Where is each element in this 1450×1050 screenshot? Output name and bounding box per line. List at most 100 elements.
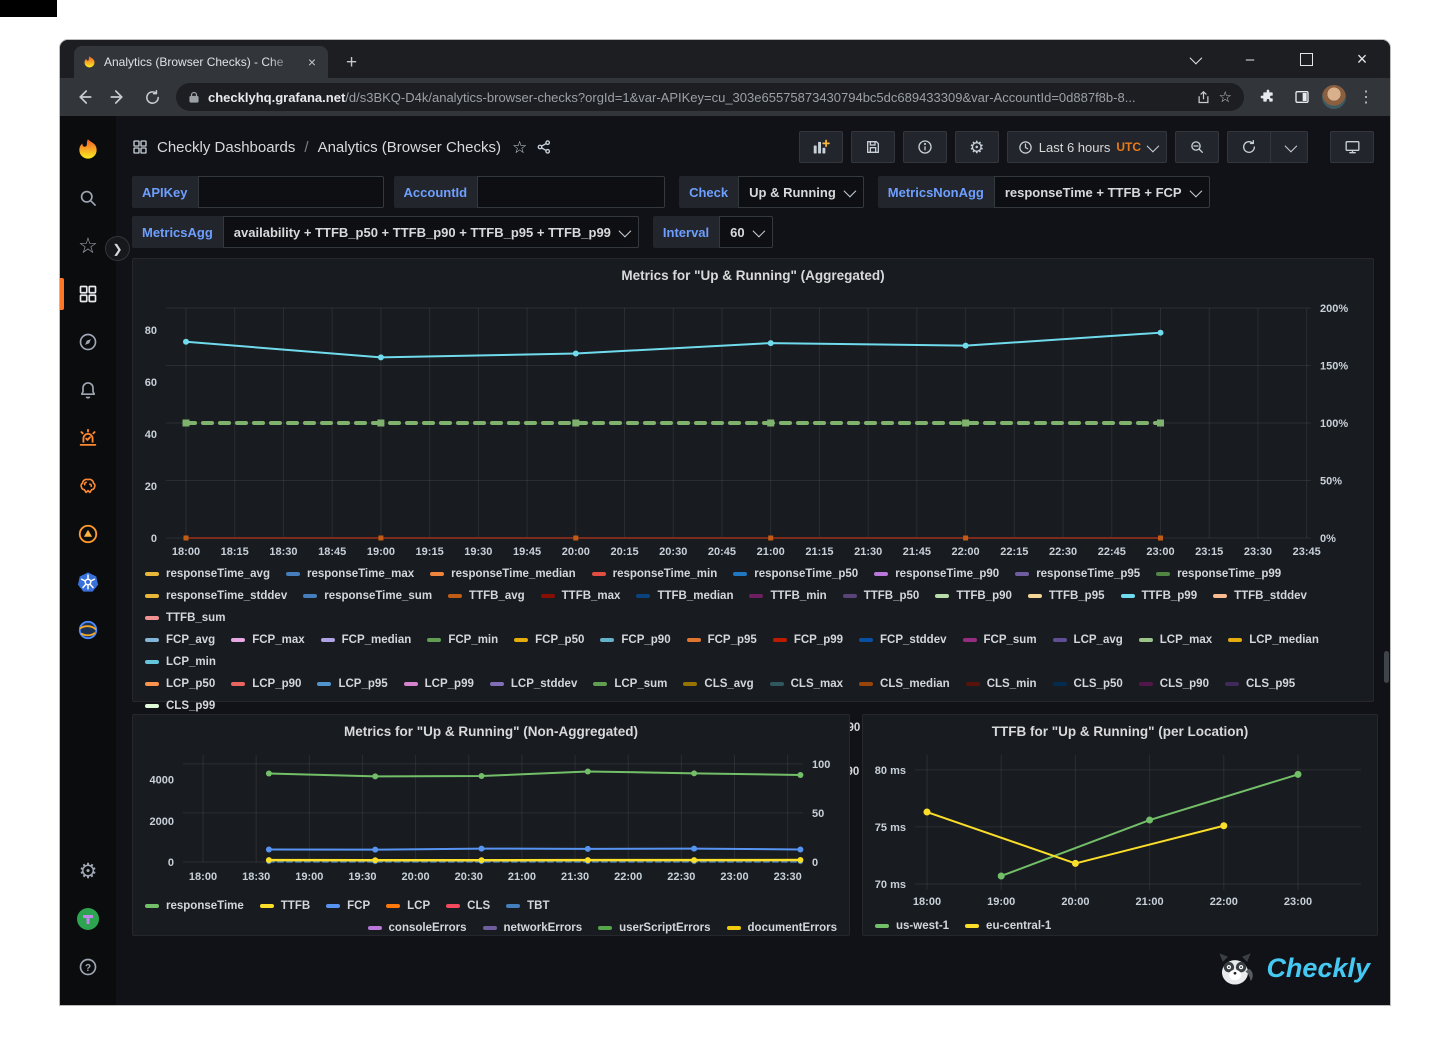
legend-item-FCP_avg[interactable]: FCP_avg bbox=[145, 629, 215, 651]
share-icon[interactable] bbox=[1196, 90, 1211, 105]
machine-learning-brain-icon[interactable] bbox=[60, 462, 116, 510]
legend-item-FCP_median[interactable]: FCP_median bbox=[321, 629, 412, 651]
legend-item-FCP_p90[interactable]: FCP_p90 bbox=[600, 629, 670, 651]
maximize-button[interactable] bbox=[1278, 40, 1334, 78]
new-tab-button[interactable]: + bbox=[338, 52, 365, 74]
sidebar-expand-button[interactable]: ❯ bbox=[105, 236, 130, 261]
legend-item-TTFB_stddev[interactable]: TTFB_stddev bbox=[1213, 585, 1307, 607]
metricsnonagg-select[interactable]: responseTime + TTFB + FCP bbox=[994, 176, 1210, 208]
refresh-interval-chevron[interactable] bbox=[1271, 131, 1308, 163]
legend-item-LCP_sum[interactable]: LCP_sum bbox=[593, 673, 667, 695]
interval-select[interactable]: 60 bbox=[719, 216, 772, 248]
legend-item-FCP[interactable]: FCP bbox=[326, 895, 370, 917]
legend-item-LCP_max[interactable]: LCP_max bbox=[1139, 629, 1212, 651]
legend-item-LCP_p90[interactable]: LCP_p90 bbox=[231, 673, 301, 695]
legend-item-LCP_avg[interactable]: LCP_avg bbox=[1053, 629, 1123, 651]
side-panel-icon[interactable] bbox=[1288, 83, 1316, 111]
legend-item-LCP_p95[interactable]: LCP_p95 bbox=[317, 673, 387, 695]
share-dashboard-icon[interactable] bbox=[536, 139, 552, 155]
alerting-bell-icon[interactable] bbox=[60, 366, 116, 414]
profile-avatar[interactable] bbox=[1322, 85, 1346, 109]
save-dashboard-button[interactable] bbox=[851, 131, 895, 163]
legend-item-LCP_min[interactable]: LCP_min bbox=[145, 651, 216, 673]
legend-item-TTFB_avg[interactable]: TTFB_avg bbox=[448, 585, 525, 607]
legend-item-CLS[interactable]: CLS bbox=[446, 895, 490, 917]
legend-item-responseTime_p95[interactable]: responseTime_p95 bbox=[1015, 563, 1140, 585]
favorite-star-icon[interactable]: ☆ bbox=[512, 139, 527, 156]
legend-item-LCP[interactable]: LCP bbox=[386, 895, 430, 917]
legend-item-FCP_p50[interactable]: FCP_p50 bbox=[514, 629, 584, 651]
legend-item-TTFB_max[interactable]: TTFB_max bbox=[541, 585, 621, 607]
legend-item-CLS_median[interactable]: CLS_median bbox=[859, 673, 950, 695]
legend-item-consoleErrors[interactable]: consoleErrors bbox=[368, 917, 467, 939]
legend-item-LCP_stddev[interactable]: LCP_stddev bbox=[490, 673, 577, 695]
legend-item-CLS_p50[interactable]: CLS_p50 bbox=[1053, 673, 1123, 695]
legend-item-FCP_stddev[interactable]: FCP_stddev bbox=[859, 629, 946, 651]
browser-menu-kebab-icon[interactable]: ⋮ bbox=[1352, 87, 1380, 107]
legend-item-TTFB_sum[interactable]: TTFB_sum bbox=[145, 607, 225, 629]
legend-item-CLS_min[interactable]: CLS_min bbox=[966, 673, 1037, 695]
legend-item-LCP_p99[interactable]: LCP_p99 bbox=[404, 673, 474, 695]
legend-item-CLS_p95[interactable]: CLS_p95 bbox=[1225, 673, 1295, 695]
legend-item-responseTime_median[interactable]: responseTime_median bbox=[430, 563, 575, 585]
legend-item-documentErrors[interactable]: documentErrors bbox=[727, 917, 837, 939]
legend-item-TTFB_median[interactable]: TTFB_median bbox=[636, 585, 733, 607]
dashboards-icon[interactable] bbox=[60, 270, 116, 318]
legend-item-TTFB[interactable]: TTFB bbox=[260, 895, 310, 917]
tab-close-icon[interactable]: × bbox=[304, 54, 320, 70]
refresh-button[interactable] bbox=[1227, 131, 1271, 163]
bookmark-star-icon[interactable]: ☆ bbox=[1219, 90, 1232, 105]
legend-item-FCP_max[interactable]: FCP_max bbox=[231, 629, 304, 651]
legend-item-TTFB_p95[interactable]: TTFB_p95 bbox=[1028, 585, 1105, 607]
chart-canvas-aggregated[interactable]: 18:0018:1518:3018:4519:0019:1519:3019:45… bbox=[133, 289, 1373, 561]
time-range-picker[interactable]: Last 6 hours UTC bbox=[1007, 131, 1167, 163]
close-button[interactable]: × bbox=[1334, 40, 1390, 78]
legend-item-FCP_p95[interactable]: FCP_p95 bbox=[687, 629, 757, 651]
reload-icon[interactable] bbox=[138, 83, 166, 111]
legend-item-userScriptErrors[interactable]: userScriptErrors bbox=[598, 917, 710, 939]
settings-gear-icon[interactable]: ⚙ bbox=[60, 847, 116, 895]
add-panel-button[interactable] bbox=[799, 131, 843, 163]
legend-item-responseTime_p50[interactable]: responseTime_p50 bbox=[733, 563, 858, 585]
explore-compass-icon[interactable] bbox=[60, 318, 116, 366]
dashboard-info-button[interactable] bbox=[903, 131, 947, 163]
legend-item-eu-central-1[interactable]: eu-central-1 bbox=[965, 915, 1051, 937]
legend-item-LCP_p50[interactable]: LCP_p50 bbox=[145, 673, 215, 695]
panel-title[interactable]: TTFB for "Up & Running" (per Location) bbox=[863, 715, 1377, 743]
legend-item-networkErrors[interactable]: networkErrors bbox=[483, 917, 583, 939]
chart-canvas-non-aggregated[interactable]: 18:0018:3019:0019:3020:0020:3021:0021:30… bbox=[135, 745, 847, 893]
legend-item-TTFB_min[interactable]: TTFB_min bbox=[749, 585, 826, 607]
window-menu-chevron-icon[interactable] bbox=[1166, 40, 1222, 78]
back-icon[interactable] bbox=[70, 83, 98, 111]
apikey-input[interactable] bbox=[198, 176, 384, 208]
minimize-button[interactable]: – bbox=[1222, 40, 1278, 78]
legend-item-responseTime[interactable]: responseTime bbox=[145, 895, 244, 917]
legend-item-CLS_max[interactable]: CLS_max bbox=[770, 673, 843, 695]
metricsagg-select[interactable]: availability + TTFB_p50 + TTFB_p90 + TTF… bbox=[223, 216, 639, 248]
legend-item-CLS_p90[interactable]: CLS_p90 bbox=[1139, 673, 1209, 695]
legend-item-FCP_sum[interactable]: FCP_sum bbox=[963, 629, 1037, 651]
legend-item-us-west-1[interactable]: us-west-1 bbox=[875, 915, 949, 937]
legend-item-responseTime_avg[interactable]: responseTime_avg bbox=[145, 563, 270, 585]
help-icon[interactable]: ? bbox=[60, 943, 116, 991]
breadcrumb-root[interactable]: Checkly Dashboards bbox=[157, 139, 295, 156]
legend-item-TTFB_p90[interactable]: TTFB_p90 bbox=[935, 585, 1012, 607]
legend-item-responseTime_max[interactable]: responseTime_max bbox=[286, 563, 414, 585]
legend-item-responseTime_p90[interactable]: responseTime_p90 bbox=[874, 563, 999, 585]
kiosk-mode-button[interactable] bbox=[1330, 131, 1374, 163]
check-select[interactable]: Up & Running bbox=[738, 176, 864, 208]
synthetic-monitoring-globe-icon[interactable] bbox=[60, 606, 116, 654]
panel-title[interactable]: Metrics for "Up & Running" (Aggregated) bbox=[133, 259, 1373, 287]
legend-item-CLS_avg[interactable]: CLS_avg bbox=[683, 673, 753, 695]
user-avatar[interactable] bbox=[60, 895, 116, 943]
legend-item-responseTime_sum[interactable]: responseTime_sum bbox=[303, 585, 432, 607]
legend-item-FCP_min[interactable]: FCP_min bbox=[427, 629, 498, 651]
legend-item-responseTime_min[interactable]: responseTime_min bbox=[592, 563, 718, 585]
search-icon[interactable] bbox=[60, 174, 116, 222]
dashboard-settings-button[interactable]: ⚙ bbox=[955, 131, 999, 163]
forward-icon[interactable] bbox=[104, 83, 132, 111]
incidents-siren-icon[interactable] bbox=[60, 414, 116, 462]
panel-title[interactable]: Metrics for "Up & Running" (Non-Aggregat… bbox=[133, 715, 849, 743]
scrollbar-thumb[interactable] bbox=[1384, 651, 1389, 683]
zoom-out-button[interactable] bbox=[1175, 131, 1219, 163]
